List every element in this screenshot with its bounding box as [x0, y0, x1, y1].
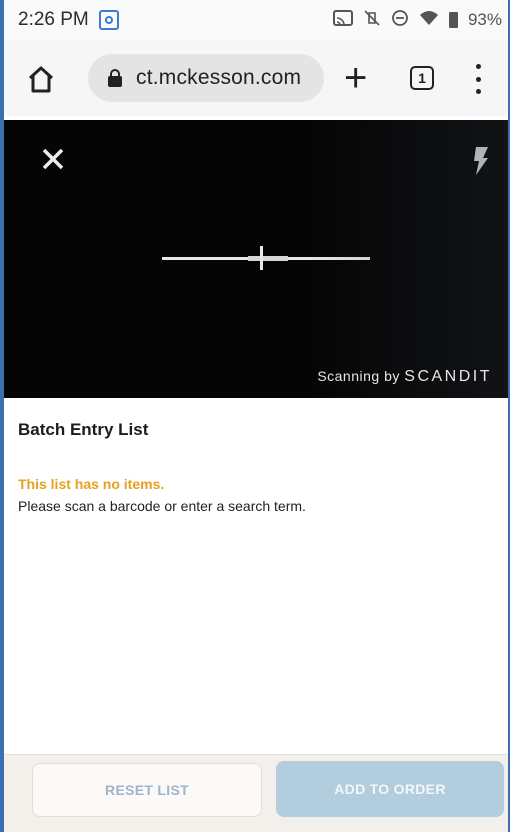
- app-notification-icon: [98, 10, 119, 30]
- home-icon[interactable]: [26, 64, 56, 94]
- scan-line-marker: [260, 246, 263, 270]
- scandit-credit-prefix: Scanning by: [317, 368, 400, 384]
- empty-list-message: Please scan a barcode or enter a search …: [18, 498, 306, 514]
- browser-toolbar: ct.mckesson.com + 1: [4, 40, 508, 116]
- status-time: 2:26 PM: [18, 9, 89, 30]
- wifi-icon: [419, 10, 439, 31]
- lock-icon: [108, 69, 122, 87]
- barcode-scanner-view[interactable]: Scanning by SCANDIT: [4, 120, 508, 398]
- page-title: Batch Entry List: [18, 420, 149, 439]
- tabs-icon[interactable]: 1: [410, 66, 434, 90]
- scan-line-center: [248, 256, 288, 261]
- url-text: ct.mckesson.com: [136, 66, 302, 89]
- close-icon[interactable]: [40, 146, 66, 172]
- batch-list-panel: Batch Entry List This list has no items.…: [4, 398, 508, 754]
- reset-list-button[interactable]: RESET LIST: [32, 763, 262, 817]
- do-not-disturb-icon: [391, 9, 409, 32]
- more-vert-icon[interactable]: [474, 64, 482, 94]
- empty-list-title: This list has no items.: [18, 476, 165, 492]
- address-bar[interactable]: ct.mckesson.com: [88, 54, 324, 102]
- add-to-order-button[interactable]: ADD TO ORDER: [276, 761, 504, 817]
- cast-icon: [332, 9, 353, 31]
- scandit-logo: SCANDIT: [404, 368, 492, 385]
- phone-screen: 2:26 PM 93% ct.mckesson.com + 1 Scanning…: [0, 0, 510, 832]
- status-icons: 93%: [332, 0, 502, 40]
- scandit-credit: Scanning by SCANDIT: [317, 368, 492, 386]
- status-bar: 2:26 PM 93%: [4, 0, 508, 40]
- battery-percent: 93%: [467, 10, 502, 29]
- vibrate-off-icon: [363, 9, 381, 32]
- battery-icon: [448, 12, 458, 28]
- plus-icon[interactable]: +: [344, 58, 367, 98]
- flash-icon[interactable]: [470, 146, 490, 176]
- footer-actions: RESET LIST ADD TO ORDER: [4, 754, 508, 832]
